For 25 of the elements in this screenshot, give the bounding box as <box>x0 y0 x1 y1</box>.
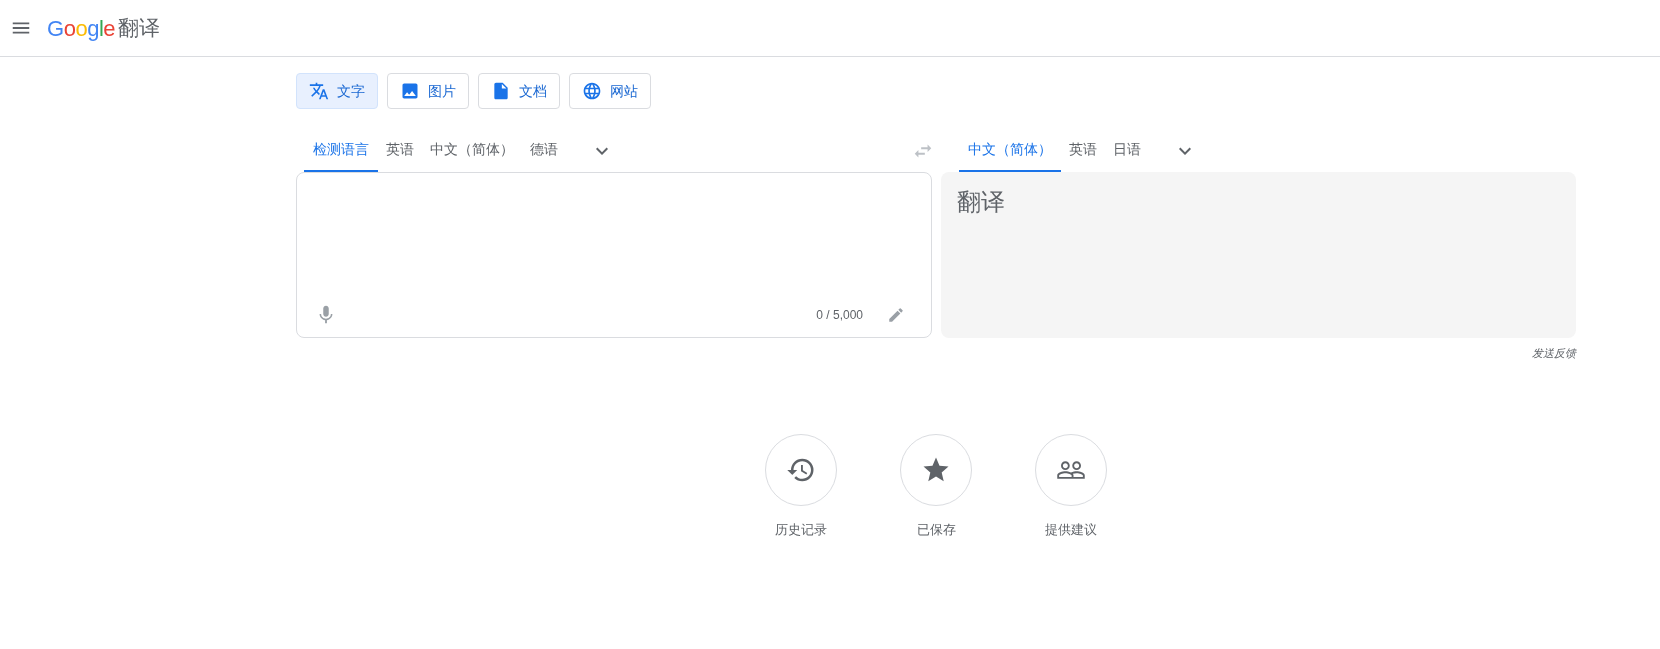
source-text-panel[interactable]: 0 / 5,000 <box>296 172 932 338</box>
mode-tab[interactable]: 图片 <box>387 73 469 109</box>
language-tab[interactable]: 中文（简体） <box>422 129 522 172</box>
feedback-link[interactable]: 发送反馈 <box>1532 345 1576 362</box>
translation-output-field[interactable]: 翻译 <box>941 172 1576 338</box>
shortcut-label: 提供建议 <box>1045 520 1097 539</box>
mode-tab[interactable]: 网站 <box>569 73 651 109</box>
language-tab[interactable]: 英语 <box>378 129 422 172</box>
logo[interactable]: Google <box>47 11 115 45</box>
language-tab[interactable]: 检测语言 <box>304 129 378 172</box>
mode-tab[interactable]: 文档 <box>478 73 560 109</box>
app-title: 翻译 <box>118 15 160 42</box>
globe-icon <box>582 81 602 101</box>
shortcut-label: 已保存 <box>916 520 956 539</box>
language-tab[interactable]: 德语 <box>522 129 566 172</box>
language-tab[interactable]: 日语 <box>1105 129 1149 172</box>
translation-text: 翻译 <box>957 188 1005 215</box>
shortcut-label: 历史记录 <box>775 520 827 539</box>
character-count: 0 / 5,000 <box>816 307 863 324</box>
mode-tab[interactable]: 文字 <box>296 73 378 109</box>
document-icon <box>491 81 511 101</box>
image-icon <box>400 81 420 101</box>
language-tab[interactable]: 英语 <box>1061 129 1105 172</box>
pencil-icon[interactable] <box>887 306 905 324</box>
translate-icon <box>309 81 329 101</box>
